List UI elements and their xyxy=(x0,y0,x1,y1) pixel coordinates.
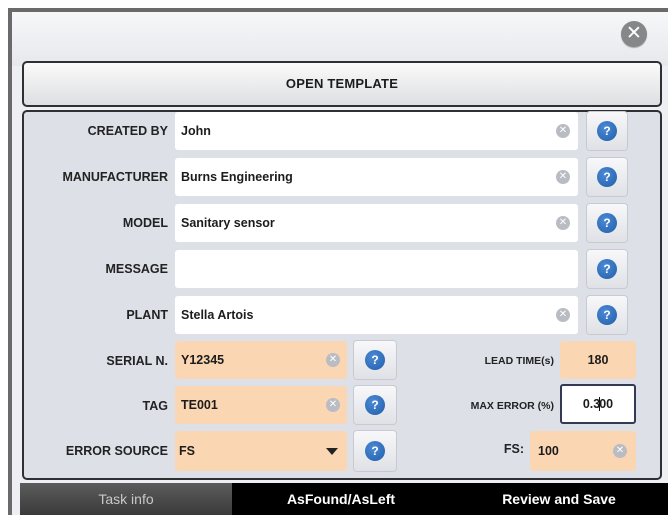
model-value: Sanitary sensor xyxy=(181,216,275,230)
model-label: MODEL xyxy=(122,216,168,230)
model-field[interactable]: Sanitary sensor xyxy=(175,204,578,242)
lead-time-value: 180 xyxy=(587,353,609,367)
help-icon: ? xyxy=(597,121,617,141)
tab-asfound-asleft[interactable]: AsFound/AsLeft xyxy=(232,483,450,515)
plant-value: Stella Artois xyxy=(181,308,254,322)
manufacturer-help-button[interactable]: ? xyxy=(587,158,627,196)
clear-tag-icon[interactable]: ✕ xyxy=(326,398,340,412)
clear-fs-icon[interactable]: ✕ xyxy=(613,444,627,458)
error-source-select[interactable]: FS xyxy=(175,431,347,471)
open-template-button[interactable]: OPEN TEMPLATE xyxy=(22,61,662,107)
close-icon[interactable]: ✕ xyxy=(621,21,647,47)
error-source-help-button[interactable]: ? xyxy=(354,431,396,471)
fs-value: 100 xyxy=(538,444,559,458)
tab-review-and-save[interactable]: Review and Save xyxy=(450,483,668,515)
fs-label: FS: xyxy=(503,442,524,456)
error-source-value: FS xyxy=(179,444,195,458)
clear-model-icon[interactable]: ✕ xyxy=(556,216,570,230)
serial-help-button[interactable]: ? xyxy=(354,341,396,379)
created-by-value: John xyxy=(181,124,211,138)
help-icon: ? xyxy=(597,213,617,233)
clear-manufacturer-icon[interactable]: ✕ xyxy=(556,170,570,184)
clear-plant-icon[interactable]: ✕ xyxy=(556,308,570,322)
chevron-down-icon[interactable] xyxy=(326,448,338,455)
lead-time-field[interactable]: 180 xyxy=(560,341,636,379)
manufacturer-label: MANUFACTURER xyxy=(62,170,168,184)
created-by-label: CREATED BY xyxy=(87,124,168,138)
clear-created-by-icon[interactable]: ✕ xyxy=(556,124,570,138)
error-source-label: ERROR SOURCE xyxy=(65,444,168,458)
plant-field[interactable]: Stella Artois xyxy=(175,296,578,334)
help-icon: ? xyxy=(597,305,617,325)
created-by-help-button[interactable]: ? xyxy=(587,112,627,150)
manufacturer-value: Burns Engineering xyxy=(181,170,293,184)
help-icon: ? xyxy=(365,350,385,370)
max-error-label: MAX ERROR (%) xyxy=(470,400,554,412)
message-help-button[interactable]: ? xyxy=(587,250,627,288)
tab-task-info[interactable]: Task info xyxy=(20,483,232,515)
max-error-field[interactable]: 0.3 00 xyxy=(560,384,636,424)
created-by-field[interactable]: John xyxy=(175,112,578,150)
bottom-tab-bar: Task info AsFound/AsLeft Review and Save xyxy=(20,483,668,515)
help-icon: ? xyxy=(365,441,385,461)
tag-field[interactable]: TE001 xyxy=(175,386,347,424)
message-label: MESSAGE xyxy=(105,262,168,276)
max-error-value-start: 0.3 xyxy=(582,397,601,411)
lead-time-label: LEAD TIME(s) xyxy=(484,355,554,367)
plant-label: PLANT xyxy=(126,308,168,322)
clear-serial-icon[interactable]: ✕ xyxy=(326,353,340,367)
tag-value: TE001 xyxy=(181,398,218,412)
help-icon: ? xyxy=(597,259,617,279)
serial-field[interactable]: Y12345 xyxy=(175,341,347,379)
message-field[interactable] xyxy=(175,250,578,288)
plant-help-button[interactable]: ? xyxy=(587,296,627,334)
serial-value: Y12345 xyxy=(181,353,225,367)
max-error-value-end: 00 xyxy=(599,397,614,411)
help-icon: ? xyxy=(597,167,617,187)
tag-help-button[interactable]: ? xyxy=(354,386,396,424)
help-icon: ? xyxy=(365,395,385,415)
manufacturer-field[interactable]: Burns Engineering xyxy=(175,158,578,196)
model-help-button[interactable]: ? xyxy=(587,204,627,242)
serial-label: SERIAL N. xyxy=(106,354,168,368)
tag-label: TAG xyxy=(142,399,168,413)
